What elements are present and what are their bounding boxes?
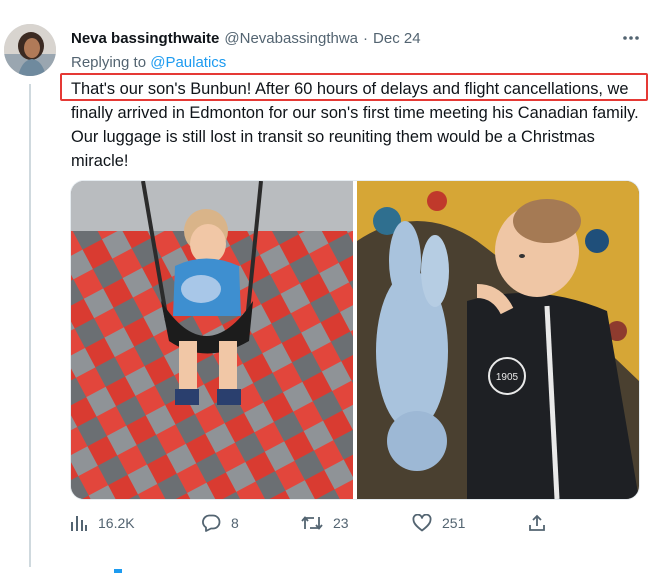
author-name[interactable]: Neva bassingthwaite <box>71 30 219 47</box>
share-action[interactable] <box>528 514 546 532</box>
views-action[interactable]: 16.2K <box>70 514 135 532</box>
media-grid: 1905 <box>70 180 640 500</box>
replying-to: Replying to @Paulatics <box>71 54 226 71</box>
avatar-image <box>4 24 56 76</box>
toddler-on-swing-photo[interactable] <box>71 181 353 499</box>
tweet-header: Neva bassingthwaite @Nevabassingthwa · D… <box>71 28 643 48</box>
author-handle[interactable]: @Nevabassingthwa <box>224 30 358 47</box>
heart-icon <box>412 514 432 532</box>
onesie-text: 1905 <box>496 372 519 383</box>
views-chart-icon <box>71 516 87 531</box>
like-count: 251 <box>442 515 466 531</box>
tweet-actions: 16.2K 8 23 251 <box>70 514 550 536</box>
thread-line <box>29 84 31 567</box>
reply-bubble-icon <box>202 514 221 532</box>
next-item-partial <box>110 560 140 573</box>
header-separator: · <box>363 29 369 47</box>
reply-count: 8 <box>231 515 239 531</box>
more-options-icon[interactable] <box>619 28 643 48</box>
author-avatar[interactable] <box>4 24 56 76</box>
retweet-icon <box>301 516 323 530</box>
reply-to-handle[interactable]: @Paulatics <box>150 54 226 71</box>
reply-action[interactable]: 8 <box>201 514 239 532</box>
retweet-action[interactable]: 23 <box>301 514 349 532</box>
tweet-text: That's our son's Bunbun! After 60 hours … <box>71 80 639 170</box>
tweet-date[interactable]: Dec 24 <box>373 30 421 47</box>
views-count: 16.2K <box>98 515 135 531</box>
retweet-count: 23 <box>333 515 349 531</box>
reply-prefix: Replying to <box>71 54 147 71</box>
like-action[interactable]: 251 <box>412 514 465 532</box>
baby-with-bunny-plush-photo[interactable]: 1905 <box>357 181 639 499</box>
share-icon <box>529 514 545 531</box>
